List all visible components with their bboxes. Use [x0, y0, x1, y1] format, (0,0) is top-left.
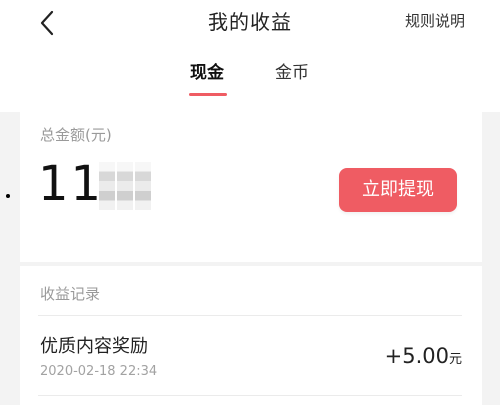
record-amount: +5.00元	[385, 345, 462, 371]
my-earnings-screen: 我的收益 规则说明 现金 金币 总金额(元) 11 0 立即提现 收益记录 优质…	[0, 0, 500, 405]
record-name: 优质内容奖励	[40, 336, 148, 357]
earnings-tabs: 现金 金币	[0, 58, 500, 98]
rules-link[interactable]: 规则说明	[405, 10, 465, 31]
tab-cash[interactable]: 现金	[190, 58, 224, 83]
record-time: 2020-02-18 22:34	[40, 364, 158, 379]
record-amount-value: +5.00	[384, 344, 449, 368]
records-title: 收益记录	[40, 285, 101, 303]
blurred-amount-mosaic	[116, 162, 134, 210]
earnings-record-row[interactable]: 优质内容奖励 2020-02-18 22:34 +5.00元	[20, 316, 482, 390]
total-amount-label: 总金额(元)	[40, 126, 112, 144]
record-amount-unit: 元	[448, 352, 462, 367]
blurred-amount-mosaic	[98, 162, 116, 210]
record-bottom-divider	[38, 395, 462, 396]
earnings-records-section: 收益记录 优质内容奖励 2020-02-18 22:34 +5.00元	[20, 266, 482, 405]
top-header: 我的收益 规则说明 现金 金币	[0, 0, 500, 112]
earnings-summary-card: 总金额(元) 11 0 立即提现	[20, 112, 482, 262]
tab-coins[interactable]: 金币	[275, 58, 309, 83]
blurred-amount-mosaic	[134, 162, 152, 210]
withdraw-now-button[interactable]: 立即提现	[339, 168, 457, 212]
left-edge-dot	[6, 194, 10, 198]
active-tab-indicator	[189, 93, 227, 96]
